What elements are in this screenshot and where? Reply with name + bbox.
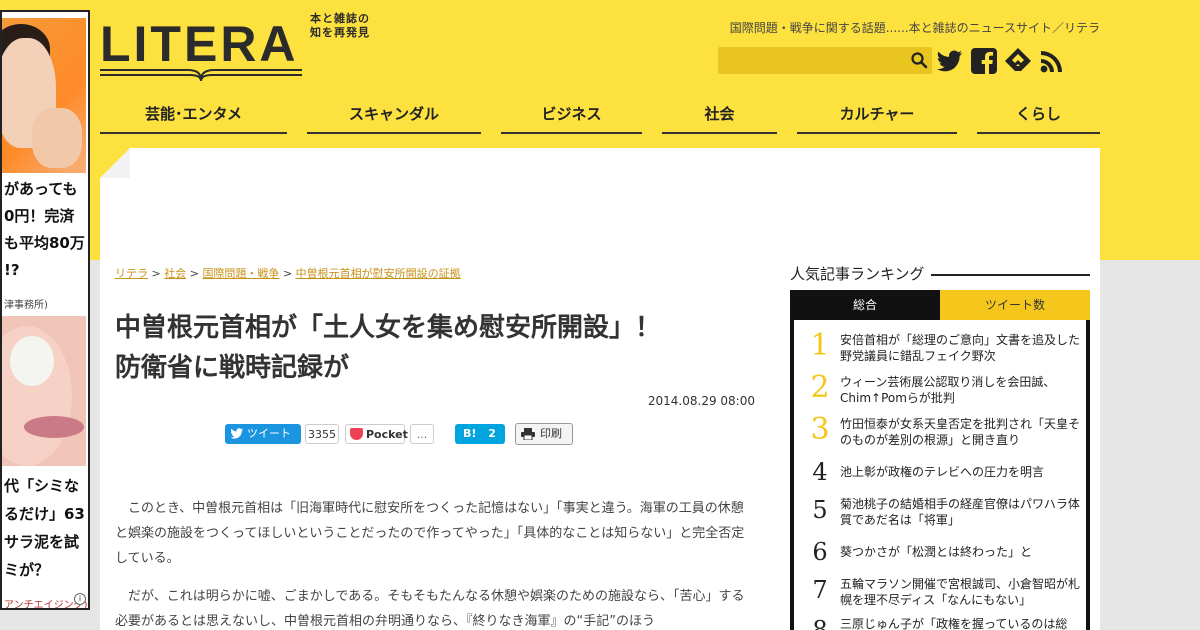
tweet-button[interactable]: ツイート <box>225 424 301 444</box>
pocket-count: ... <box>410 424 434 444</box>
ad-headline-2-line: ミが？ <box>4 561 50 579</box>
tab-tweet-count[interactable]: ツイート数 <box>940 290 1090 320</box>
ad-image-woman-surprised[interactable] <box>2 18 86 173</box>
ranking-item[interactable]: 2 ウィーン芸術展公認取り消しを会田誠、Chim↑Pomらが批判 <box>806 370 1086 410</box>
ad-headline-2-line: サラ泥を試 <box>4 533 80 551</box>
ranking-headline[interactable]: ウィーン芸術展公認取り消しを会田誠、Chim↑Pomらが批判 <box>840 374 1090 406</box>
logo-book-icon <box>100 69 302 82</box>
ad-source-1: 津事務所) <box>4 300 48 311</box>
ranking-number: 8 <box>812 616 828 630</box>
ranking-headline[interactable]: 葵つかさが「松潤とは終わった」と <box>840 544 1090 560</box>
ranking-number: 7 <box>812 576 828 604</box>
ranking-number: 2 <box>810 370 830 405</box>
ranking-headline[interactable]: 池上彰が政権のテレビへの圧力を明言 <box>840 464 1090 480</box>
ranking-number: 1 <box>810 328 830 363</box>
ranking-item[interactable]: 3 竹田恒泰が女系天皇否定を批判され「天皇そのものが差別の根源」と開き直り <box>806 412 1086 452</box>
pocket-button[interactable]: Pocket <box>345 424 408 444</box>
ad-info-icon[interactable]: i <box>74 593 86 605</box>
ad-headline-1-line: も平均80万 <box>4 234 85 252</box>
article-title-line: 中曽根元首相が「土人女を集め慰安所開設」！ <box>115 313 662 343</box>
tab-overall[interactable]: 総合 <box>790 290 940 320</box>
nav-item-culture[interactable]: カルチャー <box>797 100 957 134</box>
ranking-list: 1 安倍首相が「総理のご意向」文書を追及した野党議員に錯乱フェイク野次 2 ウィ… <box>790 320 1090 630</box>
hatena-bookmark-count: 2 <box>488 427 496 440</box>
ad-headline-2[interactable]: 代「シミな るだけ」63 サラ泥を試 ミが？ <box>4 472 88 584</box>
article-title-line: 防衛省に戦時記録が <box>115 353 350 383</box>
breadcrumb-society[interactable]: 社会 <box>164 267 186 280</box>
ad-image-lips <box>24 416 84 438</box>
ranking-header: 人気記事ランキング <box>790 264 1090 284</box>
social-links <box>936 45 1066 77</box>
ranking-title: 人気記事ランキング <box>790 264 931 284</box>
twitter-icon[interactable] <box>936 47 964 75</box>
article-title: 中曽根元首相が「土人女を集め慰安所開設」！ 防衛省に戦時記録が <box>115 308 755 388</box>
ad-image-hand <box>32 108 82 168</box>
ranking-item[interactable]: 5 菊池桃子の結婚相手の経産官僚はパワハラ体質であだ名は「将軍」 <box>806 492 1086 532</box>
ad-headline-1[interactable]: があっても 0円！完済 も平均80万 !? <box>4 176 88 284</box>
ad-headline-2-line: るだけ」63 <box>4 505 85 523</box>
ad-image-cream <box>10 336 54 386</box>
tweet-button-label: ツイート <box>247 427 291 440</box>
pocket-icon <box>350 428 363 440</box>
ranking-item[interactable]: 7 五輪マラソン開催で宮根誠司、小倉智昭が札幌を理不尽ディス「なんにもない」 <box>806 572 1086 612</box>
ranking-item[interactable]: 1 安倍首相が「総理のご意向」文書を追及した野党議員に錯乱フェイク野次 <box>806 328 1086 368</box>
ranking-headline[interactable]: 安倍首相が「総理のご意向」文書を追及した野党議員に錯乱フェイク野次 <box>840 332 1090 364</box>
breadcrumb-separator: > <box>151 267 161 280</box>
breadcrumb-international[interactable]: 国際問題・戦争 <box>202 267 279 280</box>
breadcrumb-home[interactable]: リテラ <box>115 267 148 280</box>
feedly-icon[interactable] <box>1004 47 1032 75</box>
left-advertisement[interactable]: があっても 0円！完済 も平均80万 !? 津事務所) 代「シミな るだけ」63… <box>0 10 90 610</box>
pocket-button-label: Pocket <box>366 428 408 441</box>
hatena-bookmark-button[interactable]: B! 2 <box>455 424 505 444</box>
nav-item-scandal[interactable]: スキャンダル <box>307 100 481 134</box>
logo-tagline-line: 知を再発見 <box>310 26 370 39</box>
ranking-headline[interactable]: 三原じゅん子が「政権を握っているのは総 <box>840 616 1090 630</box>
nav-item-entertainment[interactable]: 芸能･エンタメ <box>100 100 287 134</box>
breadcrumb: リテラ > 社会 > 国際問題・戦争 > 中曽根元首相が慰安所開設の証拠 <box>115 265 461 281</box>
printer-icon <box>521 428 535 440</box>
nav-item-life[interactable]: くらし <box>977 100 1100 134</box>
ranking-number: 5 <box>812 496 828 524</box>
ranking-number: 4 <box>812 458 828 486</box>
breadcrumb-separator: > <box>189 267 199 280</box>
nav-item-business[interactable]: ビジネス <box>501 100 642 134</box>
ranking-number: 3 <box>810 412 830 447</box>
logo-tagline-line: 本と雑誌の <box>310 12 370 25</box>
print-button[interactable]: 印刷 <box>515 423 573 445</box>
article-date: 2014.08.29 08:00 <box>647 394 755 408</box>
tweet-count: 3355 <box>305 424 339 444</box>
site-logo[interactable]: LITERA 本と雑誌の 知を再発見 <box>100 12 380 86</box>
ranking-headline[interactable]: 菊池桃子の結婚相手の経産官僚はパワハラ体質であだ名は「将軍」 <box>840 496 1090 528</box>
ranking-headline[interactable]: 五輪マラソン開催で宮根誠司、小倉智昭が札幌を理不尽ディス「なんにもない」 <box>840 576 1090 608</box>
hatena-bookmark-icon: B! <box>463 427 477 440</box>
logo-wordmark: LITERA <box>100 16 299 72</box>
ranking-headline[interactable]: 竹田恒泰が女系天皇否定を批判され「天皇そのものが差別の根源」と開き直り <box>840 416 1090 448</box>
nav-item-society[interactable]: 社会 <box>662 100 777 134</box>
rss-icon[interactable] <box>1038 47 1066 75</box>
breadcrumb-separator: > <box>282 267 293 280</box>
facebook-icon[interactable] <box>970 47 998 75</box>
ranking-tabs: 総合 ツイート数 <box>790 290 1090 320</box>
ad-headline-1-line: !? <box>4 261 20 279</box>
article-paragraph: このとき、中曽根元首相は「旧海軍時代に慰安所をつくった記憶はない」「事実と違う。… <box>115 501 745 566</box>
site-tagline: 国際問題・戦争に関する話題......本と雑誌のニュースサイト／リテラ <box>729 21 1100 35</box>
ad-headline-1-line: 0円！完済 <box>4 207 75 225</box>
breadcrumb-current-article[interactable]: 中曽根元首相が慰安所開設の証拠 <box>296 267 461 280</box>
article-body: このとき、中曽根元首相は「旧海軍時代に慰安所をつくった記憶はない」「事実と違う。… <box>115 496 755 630</box>
ad-headline-1-line: があっても <box>4 180 78 198</box>
search-input[interactable] <box>718 47 932 74</box>
ranking-item[interactable]: 6 葵つかさが「松潤とは終わった」と <box>806 534 1086 574</box>
print-button-label: 印刷 <box>540 427 562 440</box>
card-fold-shadow <box>100 148 130 178</box>
ad-image-skin-care[interactable] <box>2 316 86 466</box>
logo-tagline: 本と雑誌の 知を再発見 <box>310 12 370 40</box>
article-paragraph: だが、これは明らかに嘘、ごまかしである。そもそもたんなる休憩や娯楽のための施設な… <box>115 589 745 629</box>
ranking-item[interactable]: 8 三原じゅん子が「政権を握っているのは総 <box>806 612 1086 630</box>
main-navigation: 芸能･エンタメ スキャンダル ビジネス 社会 カルチャー くらし <box>100 100 1100 134</box>
twitter-bird-icon <box>230 428 243 439</box>
search-icon[interactable] <box>910 51 928 69</box>
ranking-number: 6 <box>812 538 828 566</box>
ranking-item[interactable]: 4 池上彰が政権のテレビへの圧力を明言 <box>806 454 1086 494</box>
ad-headline-2-line: 代「シミな <box>4 477 80 495</box>
